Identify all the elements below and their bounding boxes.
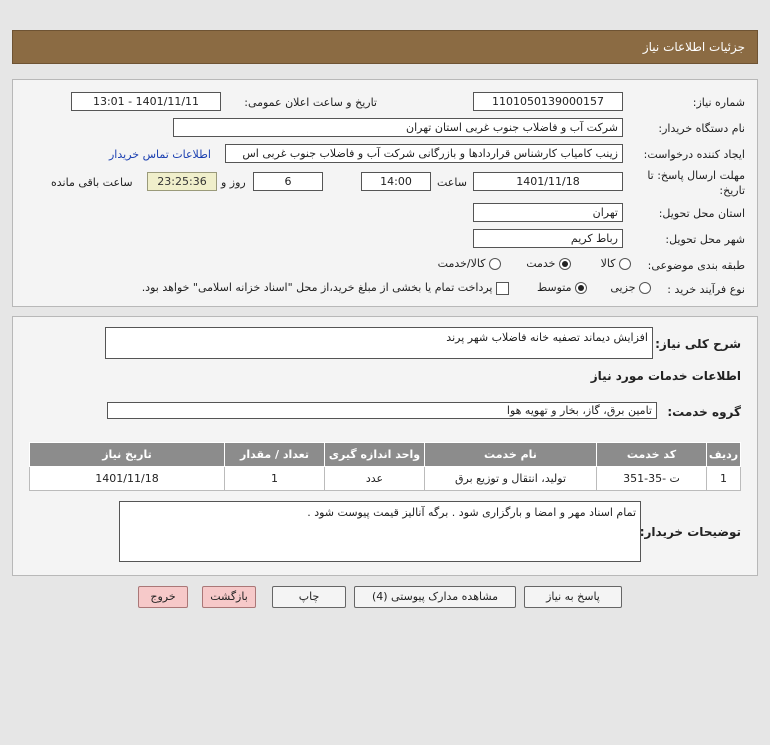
deadline-date-label: تاریخ:	[719, 184, 745, 197]
back-button[interactable]: بازگشت	[202, 586, 256, 608]
general-description-field: افزایش دیماند تصفیه خانه فاضلاب شهر پرند	[105, 327, 653, 359]
remaining-days-label: روز و	[221, 176, 246, 189]
radio-service-icon[interactable]	[559, 258, 571, 270]
table-header-row: ردیف کد خدمت نام خدمت واحد اندازه گیری ت…	[29, 442, 741, 467]
need-number-label: شماره نیاز:	[692, 96, 745, 109]
cell-service-name: تولید، انتقال و توزیع برق	[424, 466, 597, 491]
col-unit: واحد اندازه گیری	[324, 442, 425, 467]
deadline-date-field: 1401/11/18	[473, 172, 623, 191]
cell-quantity: 1	[224, 466, 325, 491]
exit-button[interactable]: خروج	[138, 586, 188, 608]
col-service-name: نام خدمت	[424, 442, 597, 467]
cell-need-date: 1401/11/18	[29, 466, 225, 491]
deadline-time-field: 14:00	[361, 172, 431, 191]
table-row: 1 ت -35-351 تولید، انتقال و توزیع برق عد…	[29, 466, 741, 491]
buyer-contact-link[interactable]: اطلاعات تماس خریدار	[109, 148, 211, 161]
reply-button[interactable]: پاسخ به نیاز	[524, 586, 622, 608]
cell-row-number: 1	[706, 466, 741, 491]
col-quantity: تعداد / مقدار	[224, 442, 325, 467]
page-title: جزئیات اطلاعات نیاز	[642, 40, 745, 54]
buyer-notes-label: توضیحات خریدار:	[639, 525, 741, 539]
category-option-goods-service[interactable]: کالا/خدمت	[438, 257, 501, 270]
buyer-org-label: نام دستگاه خریدار:	[658, 122, 745, 135]
city-field: رباط کریم	[473, 229, 623, 248]
process-label: نوع فرآیند خرید :	[667, 283, 745, 296]
remaining-time-label: ساعت باقی مانده	[51, 176, 133, 189]
radio-goods-icon[interactable]	[619, 258, 631, 270]
payment-option[interactable]: پرداخت تمام یا بخشی از مبلغ خرید،از محل …	[142, 281, 509, 295]
requester-field: زینب کامیاب کارشناس قراردادها و بازرگانی…	[225, 144, 623, 163]
col-service-code: کد خدمت	[596, 442, 707, 467]
page-header: جزئیات اطلاعات نیاز	[12, 30, 758, 64]
general-description-label: شرح کلی نیاز:	[655, 337, 741, 351]
payment-note: پرداخت تمام یا بخشی از مبلغ خرید،از محل …	[141, 281, 493, 294]
treasury-checkbox-icon[interactable]	[496, 281, 509, 295]
process-option-medium[interactable]: متوسط	[537, 281, 587, 294]
category-option-goods[interactable]: کالا	[601, 257, 631, 270]
deadline-time-label: ساعت	[437, 176, 467, 189]
category-label: طبقه بندی موضوعی:	[647, 259, 745, 272]
cell-unit: عدد	[324, 466, 425, 491]
service-group-label: گروه خدمت:	[667, 405, 741, 419]
requester-label: ایجاد کننده درخواست:	[643, 148, 745, 161]
remaining-days-field: 6	[253, 172, 323, 191]
remaining-time-field: 23:25:36	[147, 172, 217, 191]
province-label: استان محل تحویل:	[658, 207, 745, 220]
need-summary-panel: شرح کلی نیاز: افزایش دیماند تصفیه خانه ف…	[12, 316, 758, 576]
services-section-title: اطلاعات خدمات مورد نیاز	[590, 369, 741, 383]
print-button[interactable]: چاپ	[272, 586, 346, 608]
radio-goods-service-icon[interactable]	[489, 258, 501, 270]
process-option-minor[interactable]: جزیی	[610, 281, 651, 294]
buyer-org-field: شرکت آب و فاضلاب جنوب غربی استان تهران	[173, 118, 623, 137]
province-field: تهران	[473, 203, 623, 222]
radio-minor-icon[interactable]	[639, 282, 651, 294]
view-attachments-button[interactable]: مشاهده مدارک پیوستی (4)	[354, 586, 516, 608]
city-label: شهر محل تحویل:	[665, 233, 745, 246]
need-details-panel: شماره نیاز: 1101050139000157 تاریخ و ساع…	[12, 79, 758, 307]
cell-service-code: ت -35-351	[596, 466, 707, 491]
announce-datetime-field: 1401/11/11 - 13:01	[71, 92, 221, 111]
announce-label: تاریخ و ساعت اعلان عمومی:	[244, 96, 377, 109]
service-group-field: تامین برق، گاز، بخار و تهویه هوا	[107, 402, 657, 419]
deadline-label: مهلت ارسال پاسخ: تا	[647, 169, 745, 182]
category-option-service[interactable]: خدمت	[526, 257, 571, 270]
buyer-notes-field: تمام اسناد مهر و امضا و بارگزاری شود . ب…	[119, 501, 641, 562]
radio-medium-icon[interactable]	[575, 282, 587, 294]
services-table: ردیف کد خدمت نام خدمت واحد اندازه گیری ت…	[29, 442, 741, 491]
need-number-field: 1101050139000157	[473, 92, 623, 111]
col-row-number: ردیف	[706, 442, 741, 467]
col-need-date: تاریخ نیاز	[29, 442, 225, 467]
